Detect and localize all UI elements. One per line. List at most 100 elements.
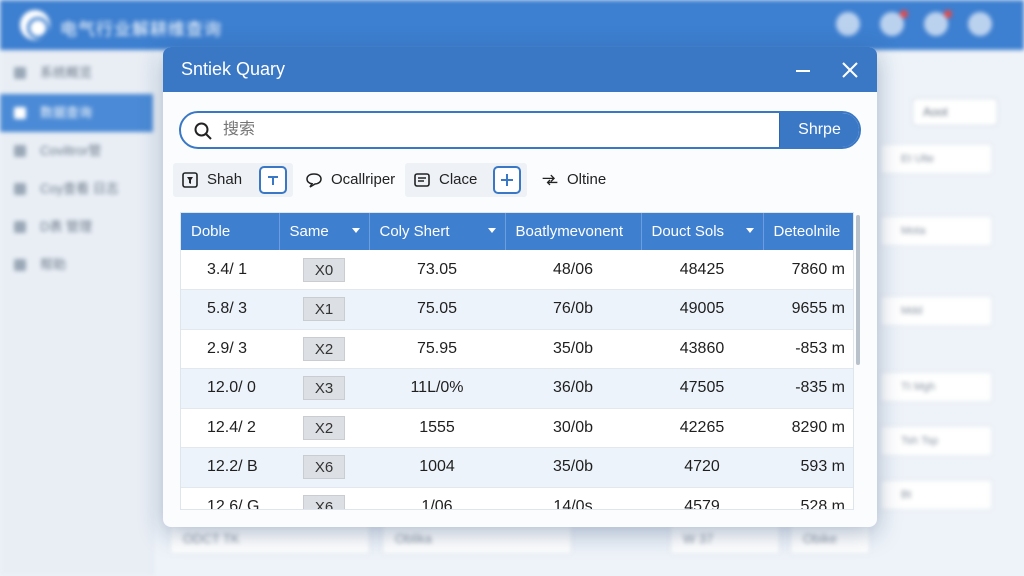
sidebar-item-query[interactable]: 数据查询 — [0, 94, 153, 132]
row-tag: X3 — [303, 376, 345, 401]
message-badge — [900, 10, 908, 18]
table-cell: X0 — [279, 250, 369, 290]
search-input[interactable] — [223, 119, 763, 141]
clace-button[interactable]: Clace — [405, 163, 527, 197]
right-panel-row[interactable]: Tt Mgh — [880, 372, 992, 402]
sidebar-icon — [14, 67, 26, 79]
right-panel-row[interactable]: Bt — [880, 480, 992, 510]
table-cell: 49005 — [641, 289, 763, 330]
row-tag: X1 — [303, 297, 345, 322]
background-cell: Obike — [790, 524, 870, 554]
table-cell: -853 m — [763, 329, 853, 369]
table-cell: 48/06 — [505, 250, 641, 290]
row-tag: X2 — [303, 415, 345, 440]
right-panel-button[interactable]: Aoot — [912, 98, 998, 126]
background-table-row: ODCT TK Oblika W 37 Obike — [170, 524, 870, 558]
oltine-button[interactable]: Oltine — [539, 163, 639, 197]
table-cell: 9655 m — [763, 289, 853, 330]
column-header[interactable]: Deteolnile — [763, 213, 853, 250]
row-tag: X2 — [303, 336, 345, 361]
plus-icon — [501, 174, 513, 186]
search-button[interactable]: Shrpe — [779, 113, 859, 147]
results-table: Doble Same Coly Shert Boatlymevonent Douct S… — [180, 212, 854, 510]
table-row[interactable]: 12.4/ 2 X2 1555 30/0b 42265 8290 m — [181, 408, 853, 448]
sidebar-item-logs[interactable]: Coy查看 日志 — [0, 170, 153, 208]
table-scrollbar[interactable] — [856, 215, 860, 365]
table-cell: 75.95 — [369, 329, 505, 369]
table-cell: X1 — [279, 289, 369, 330]
table-cell: 4579 — [641, 487, 763, 509]
table-row[interactable]: 2.9/ 3 X2 75.95 35/0b 43860 -853 m — [181, 329, 853, 369]
table-cell: 5.8/ 3 — [181, 289, 279, 330]
table-row[interactable]: 12.2/ B X6 1004 35/0b 4720 593 m — [181, 447, 853, 488]
table-row[interactable]: 12.6/ G X6 1/06 14/0s 4579 528 m — [181, 487, 853, 509]
bell-badge — [944, 10, 952, 18]
sort-caret-icon[interactable] — [487, 228, 496, 233]
background-cell: ODCT TK — [170, 524, 370, 554]
swap-arrows-icon — [542, 174, 558, 186]
table-cell: X6 — [279, 447, 369, 488]
table-cell: 2.9/ 3 — [181, 329, 279, 369]
dialog-header: Sntiek Quary — [163, 47, 877, 92]
filter-add-icon — [268, 176, 278, 185]
sidebar-item-tables[interactable]: D表 管理 — [0, 208, 153, 246]
sidebar-icon — [14, 145, 26, 157]
column-header[interactable]: Boatlymevonent — [505, 213, 642, 250]
table-cell: 1004 — [369, 447, 505, 488]
table-cell: X3 — [279, 368, 369, 409]
home-icon[interactable] — [836, 12, 860, 36]
table-cell: 11L/0% — [369, 368, 505, 409]
table-cell: 14/0s — [505, 487, 641, 509]
ocallriper-button[interactable]: Ocallriper — [301, 163, 405, 197]
toolbar: Shah Ocallriper Clace Oltine — [173, 163, 863, 197]
background-cell: Oblika — [382, 524, 572, 554]
sort-caret-icon[interactable] — [351, 228, 360, 233]
right-panel-row[interactable]: Tsh Tsp — [880, 426, 992, 456]
sidebar-item-help[interactable]: 帮助 — [0, 246, 153, 284]
table-cell: 4720 — [641, 447, 763, 488]
sidebar-item-controller[interactable]: Coviltror管 — [0, 132, 153, 170]
table-cell: -835 m — [763, 368, 853, 409]
column-header[interactable]: Same — [279, 213, 370, 250]
table-cell: 48425 — [641, 250, 763, 290]
sidebar-icon — [14, 107, 26, 119]
search-bar: Shrpe — [179, 111, 861, 149]
settings-icon[interactable] — [968, 12, 992, 36]
table-cell: 528 m — [763, 487, 853, 509]
column-header[interactable]: Douct Sols — [641, 213, 764, 250]
table-row[interactable]: 5.8/ 3 X1 75.05 76/0b 49005 9655 m — [181, 289, 853, 330]
table-cell: X2 — [279, 329, 369, 369]
shah-button[interactable]: Shah — [173, 163, 293, 197]
table-cell: 12.6/ G — [181, 487, 279, 509]
table-cell: 73.05 — [369, 250, 505, 290]
row-tag: X6 — [303, 455, 345, 480]
add-button[interactable] — [493, 166, 521, 194]
row-tag: X6 — [303, 494, 345, 509]
table-cell: 43860 — [641, 329, 763, 369]
background-cell: W 37 — [670, 524, 780, 554]
right-panel-row[interactable]: Mota — [880, 216, 992, 246]
table-cell: 12.4/ 2 — [181, 408, 279, 448]
sidebar-icon — [14, 183, 26, 195]
sidebar-item-overview[interactable]: 系统概览 — [0, 54, 153, 92]
column-header[interactable]: Doble — [181, 213, 280, 250]
table-cell: 593 m — [763, 447, 853, 488]
dialog-title: Sntiek Quary — [181, 59, 286, 79]
minimize-icon[interactable] — [789, 56, 817, 84]
column-header[interactable]: Coly Shert — [369, 213, 506, 250]
filter-icon — [182, 172, 198, 188]
table-cell: 8290 m — [763, 408, 853, 448]
right-panel-row[interactable]: Mdd — [880, 296, 992, 326]
table-cell: 47505 — [641, 368, 763, 409]
right-panel-row[interactable]: Et Ulte — [880, 144, 992, 174]
filter-add-button[interactable] — [259, 166, 287, 194]
table-row[interactable]: 3.4/ 1 X0 73.05 48/06 48425 7860 m — [181, 250, 853, 290]
sidebar-icon — [14, 221, 26, 233]
search-icon — [194, 122, 212, 140]
table-row[interactable]: 12.0/ 0 X3 11L/0% 36/0b 47505 -835 m — [181, 368, 853, 409]
table-cell: 3.4/ 1 — [181, 250, 279, 290]
table-cell: 30/0b — [505, 408, 641, 448]
close-icon[interactable] — [836, 56, 864, 84]
sidebar: 系统概览 数据查询 Coviltror管 Coy查看 日志 D表 管理 帮助 — [0, 50, 153, 576]
sort-caret-icon[interactable] — [745, 228, 754, 233]
